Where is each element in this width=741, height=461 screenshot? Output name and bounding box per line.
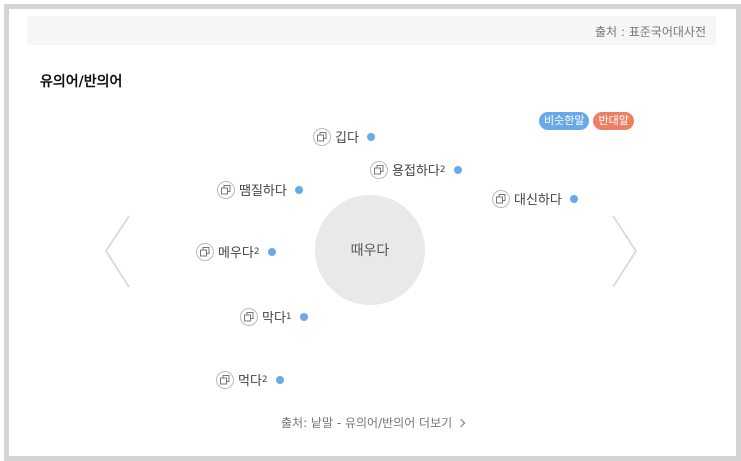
- synonym-dot: [453, 165, 462, 174]
- word-text[interactable]: 막다: [262, 307, 286, 326]
- copy-icon[interactable]: [240, 307, 258, 326]
- center-word: 때우다: [315, 195, 425, 305]
- chevron-right-small-icon: [456, 418, 466, 428]
- word-item[interactable]: 용접하다 2: [370, 160, 462, 179]
- synonym-dot: [275, 375, 284, 384]
- synonym-dot: [366, 132, 375, 141]
- more-link-text[interactable]: 출처: 낱말 - 유의어/반의어 더보기: [281, 416, 452, 430]
- word-item[interactable]: 대신하다: [492, 189, 578, 208]
- word-item[interactable]: 메우다 2: [196, 242, 276, 261]
- word-text[interactable]: 메우다: [218, 242, 254, 261]
- chevron-right-icon[interactable]: [609, 214, 639, 289]
- copy-icon[interactable]: [492, 189, 510, 208]
- copy-icon[interactable]: [313, 127, 331, 146]
- chevron-left-icon[interactable]: [103, 214, 133, 289]
- word-sup: 2: [261, 374, 268, 385]
- source-bar: 출처 : 표준국어대사전: [27, 16, 716, 45]
- more-link[interactable]: 출처: 낱말 - 유의어/반의어 더보기: [9, 414, 736, 431]
- word-text[interactable]: 먹다: [238, 370, 262, 389]
- legend: 비슷한말 반대말: [539, 112, 634, 130]
- synonym-dot: [569, 194, 578, 203]
- copy-icon[interactable]: [217, 180, 235, 199]
- synonym-dot: [267, 247, 276, 256]
- legend-synonym: 비슷한말: [539, 112, 590, 130]
- source-text: 출처 : 표준국어대사전: [594, 25, 706, 39]
- word-text[interactable]: 용접하다: [392, 160, 440, 179]
- word-sup: 2: [253, 246, 260, 257]
- word-item[interactable]: 막다 1: [240, 307, 308, 326]
- word-item[interactable]: 깁다: [313, 127, 375, 146]
- legend-antonym: 반대말: [593, 112, 634, 130]
- word-text[interactable]: 깁다: [335, 127, 359, 146]
- word-sup: 2: [439, 164, 446, 175]
- synonym-dot: [299, 312, 308, 321]
- word-sup: 1: [285, 311, 292, 322]
- word-text[interactable]: 대신하다: [514, 189, 562, 208]
- word-text[interactable]: 땜질하다: [239, 180, 287, 199]
- copy-icon[interactable]: [196, 242, 214, 261]
- thesaurus-panel: 출처 : 표준국어대사전 유의어/반의어 비슷한말 반대말 때우다 깁다 용접하…: [4, 4, 741, 461]
- copy-icon[interactable]: [370, 160, 388, 179]
- word-item[interactable]: 땜질하다: [217, 180, 303, 199]
- section-title: 유의어/반의어: [40, 74, 123, 90]
- word-item[interactable]: 먹다 2: [216, 370, 284, 389]
- copy-icon[interactable]: [216, 370, 234, 389]
- synonym-dot: [294, 185, 303, 194]
